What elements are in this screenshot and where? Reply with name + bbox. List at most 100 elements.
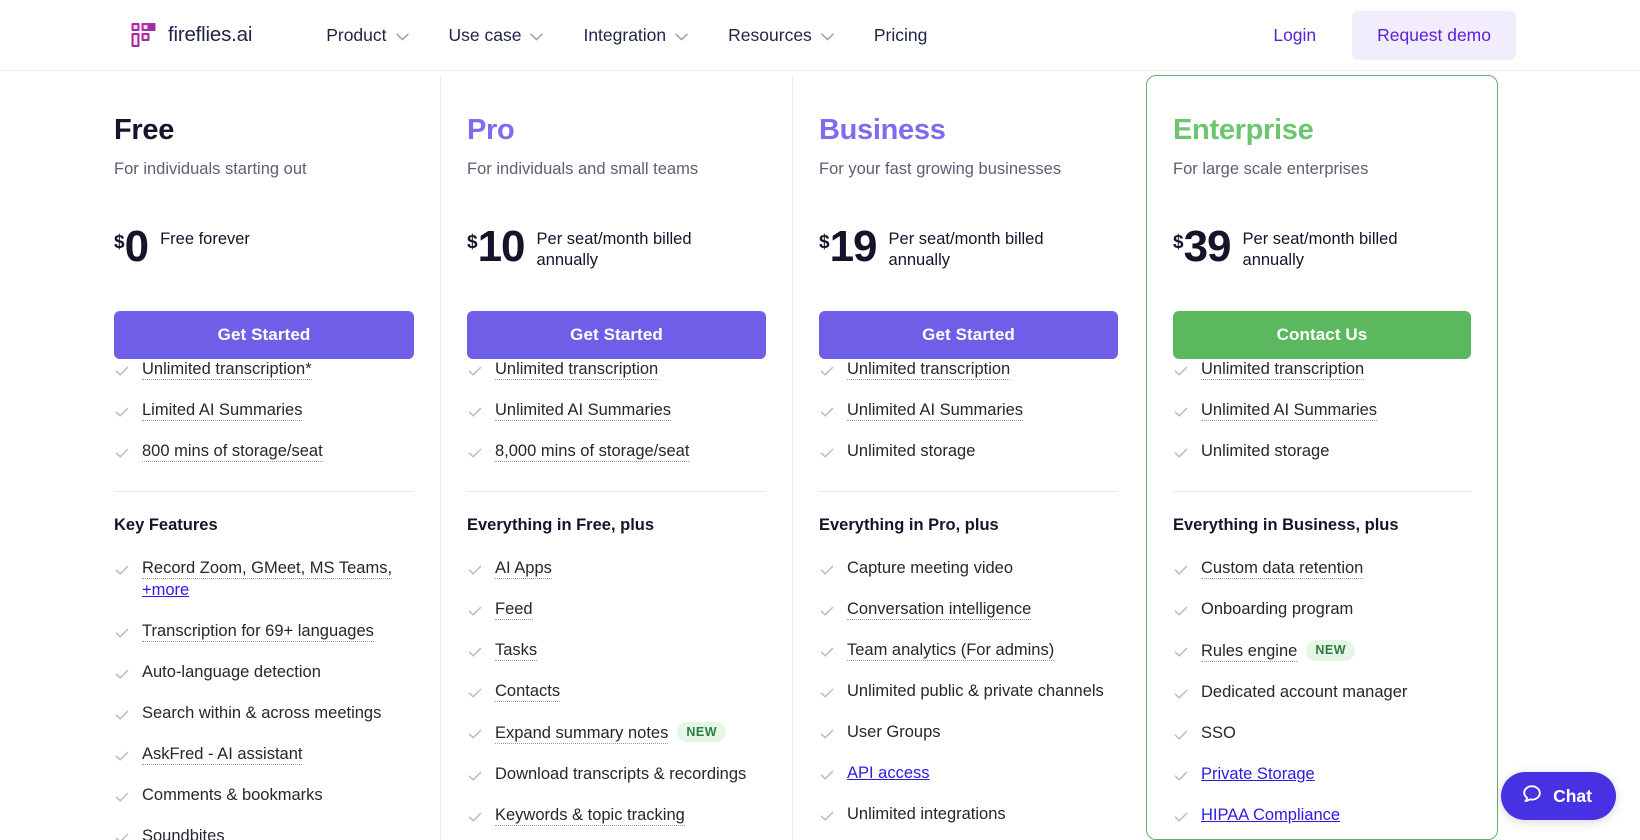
feature-label[interactable]: Team analytics (For admins) xyxy=(847,641,1055,662)
check-icon xyxy=(114,400,130,420)
nav-item-use-case[interactable]: Use case xyxy=(429,19,564,52)
get-started-button[interactable]: Get Started xyxy=(819,311,1118,360)
feature-label[interactable]: API access xyxy=(847,764,930,782)
plan-tagline: For individuals and small teams xyxy=(467,159,699,178)
feature-content: HIPAA Compliance xyxy=(1201,805,1340,827)
price-currency: $ xyxy=(1173,232,1184,254)
nav-item-pricing[interactable]: Pricing xyxy=(854,19,948,52)
get-started-button[interactable]: Get Started xyxy=(467,311,766,360)
feature-label[interactable]: Contacts xyxy=(495,681,561,702)
feature-label[interactable]: Record Zoom, GMeet, MS Teams, xyxy=(142,559,393,580)
feature-item: Feed xyxy=(467,599,766,621)
plan-name: Free xyxy=(114,114,175,146)
feature-label[interactable]: Unlimited AI Summaries xyxy=(1201,401,1378,422)
check-icon xyxy=(819,722,835,742)
feature-label: Unlimited public & private channels xyxy=(847,681,1104,700)
check-icon xyxy=(819,640,835,660)
check-icon xyxy=(467,441,483,461)
check-icon xyxy=(1173,359,1189,379)
feature-item: Onboarding program xyxy=(1173,599,1471,621)
nav-label: Pricing xyxy=(873,24,928,45)
feature-label[interactable]: Expand summary notes xyxy=(495,723,669,744)
plan-name: Business xyxy=(819,114,946,146)
contact-us-button[interactable]: Contact Us xyxy=(1173,311,1471,360)
feature-label[interactable]: Custom data retention xyxy=(1201,559,1364,580)
plan-name: Enterprise xyxy=(1173,114,1314,146)
login-link[interactable]: Login xyxy=(1269,19,1320,52)
feature-item: Auto-language detection xyxy=(114,662,414,684)
price-amount: 39 xyxy=(1183,222,1232,272)
chat-widget-button[interactable]: Chat xyxy=(1501,772,1616,820)
request-demo-button[interactable]: Request demo xyxy=(1352,10,1516,60)
feature-item: API access xyxy=(819,763,1118,785)
nav-item-integration[interactable]: Integration xyxy=(563,19,708,52)
feature-item: AskFred - AI assistant xyxy=(114,744,414,766)
price-currency: $ xyxy=(819,232,830,254)
feature-content: Transcription for 69+ languages xyxy=(142,621,374,643)
feature-content: Comments & bookmarks xyxy=(142,785,323,807)
feature-content: Custom data retention xyxy=(1201,558,1364,580)
feature-label[interactable]: Unlimited transcription xyxy=(1201,360,1365,381)
feature-label[interactable]: Transcription for 69+ languages xyxy=(142,622,374,643)
feature-content: Keywords & topic tracking xyxy=(495,805,685,827)
feature-label[interactable]: Keywords & topic tracking xyxy=(495,805,685,826)
feature-label[interactable]: AskFred - AI assistant xyxy=(142,744,303,765)
feature-content: Auto-language detection xyxy=(142,662,321,684)
plan-card-pro: Pro For individuals and small teams $ 10… xyxy=(440,75,792,840)
feature-label[interactable]: Rules engine xyxy=(1201,642,1298,663)
feature-content: Unlimited public & private channels xyxy=(847,681,1104,703)
feature-content: API access xyxy=(847,763,930,785)
feature-content: Search within & across meetings xyxy=(142,703,381,725)
feature-label[interactable]: HIPAA Compliance xyxy=(1201,806,1340,824)
feature-item: Comments & bookmarks xyxy=(114,785,414,807)
price-amount: 10 xyxy=(477,222,526,272)
feature-item: Limited AI Summaries xyxy=(114,400,414,422)
feature-label[interactable]: Unlimited AI Summaries xyxy=(847,401,1024,422)
feature-label[interactable]: Feed xyxy=(495,600,533,621)
brand-logo[interactable]: fireflies.ai xyxy=(131,22,252,48)
feature-label[interactable]: Unlimited transcription xyxy=(495,360,659,381)
feature-list: Custom data retention Onboarding program R… xyxy=(1173,558,1471,840)
feature-content: Onboarding program xyxy=(1201,599,1353,621)
feature-content: Private Storage xyxy=(1201,764,1315,786)
nav-item-product[interactable]: Product xyxy=(306,19,428,52)
feature-content: Unlimited AI Summaries xyxy=(847,400,1024,422)
feature-label[interactable]: Unlimited transcription* xyxy=(142,360,312,381)
feature-content: Unlimited storage xyxy=(1201,441,1329,463)
feature-item: Unlimited transcription* xyxy=(114,359,414,381)
plan-tagline: For your fast growing businesses xyxy=(819,159,1062,178)
get-started-button[interactable]: Get Started xyxy=(114,311,414,360)
feature-content: Conversation intelligence xyxy=(847,599,1032,621)
check-icon xyxy=(1173,599,1189,619)
feature-label[interactable]: 800 mins of storage/seat xyxy=(142,442,323,463)
feature-label[interactable]: Soundbites xyxy=(142,826,225,840)
feature-label: Auto-language detection xyxy=(142,662,321,681)
check-icon xyxy=(1173,805,1189,825)
feature-content: Tasks xyxy=(495,640,538,662)
feature-label[interactable]: Unlimited transcription xyxy=(847,360,1011,381)
price-amount: 0 xyxy=(124,222,150,272)
plan-card-enterprise: Enterprise For large scale enterprises $… xyxy=(1146,75,1498,840)
feature-label: Download transcripts & recordings xyxy=(495,764,747,783)
feature-content: Unlimited storage xyxy=(847,441,975,463)
check-icon xyxy=(467,681,483,701)
more-link[interactable]: +more xyxy=(142,581,189,599)
nav-item-resources[interactable]: Resources xyxy=(708,19,854,52)
feature-item: SSO xyxy=(1173,723,1471,745)
feature-label[interactable]: 8,000 mins of storage/seat xyxy=(495,442,690,463)
feature-label[interactable]: Tasks xyxy=(495,641,538,662)
feature-label[interactable]: Private Storage xyxy=(1201,765,1315,783)
feature-content: Unlimited transcription xyxy=(847,359,1011,381)
feature-label[interactable]: Limited AI Summaries xyxy=(142,401,303,422)
plan-tagline: For individuals starting out xyxy=(114,159,307,178)
feature-label[interactable]: AI Apps xyxy=(495,559,552,580)
feature-item: Conversation intelligence xyxy=(819,599,1118,621)
feature-item: Capture meeting video xyxy=(819,558,1118,580)
feature-content: Contacts xyxy=(495,681,561,703)
check-icon xyxy=(819,400,835,420)
feature-item: Unlimited AI Summaries xyxy=(1173,400,1471,422)
feature-item: 8,000 mins of storage/seat xyxy=(467,441,766,463)
feature-label[interactable]: Unlimited AI Summaries xyxy=(495,401,672,422)
feature-label[interactable]: Conversation intelligence xyxy=(847,600,1032,621)
divider xyxy=(114,491,414,493)
